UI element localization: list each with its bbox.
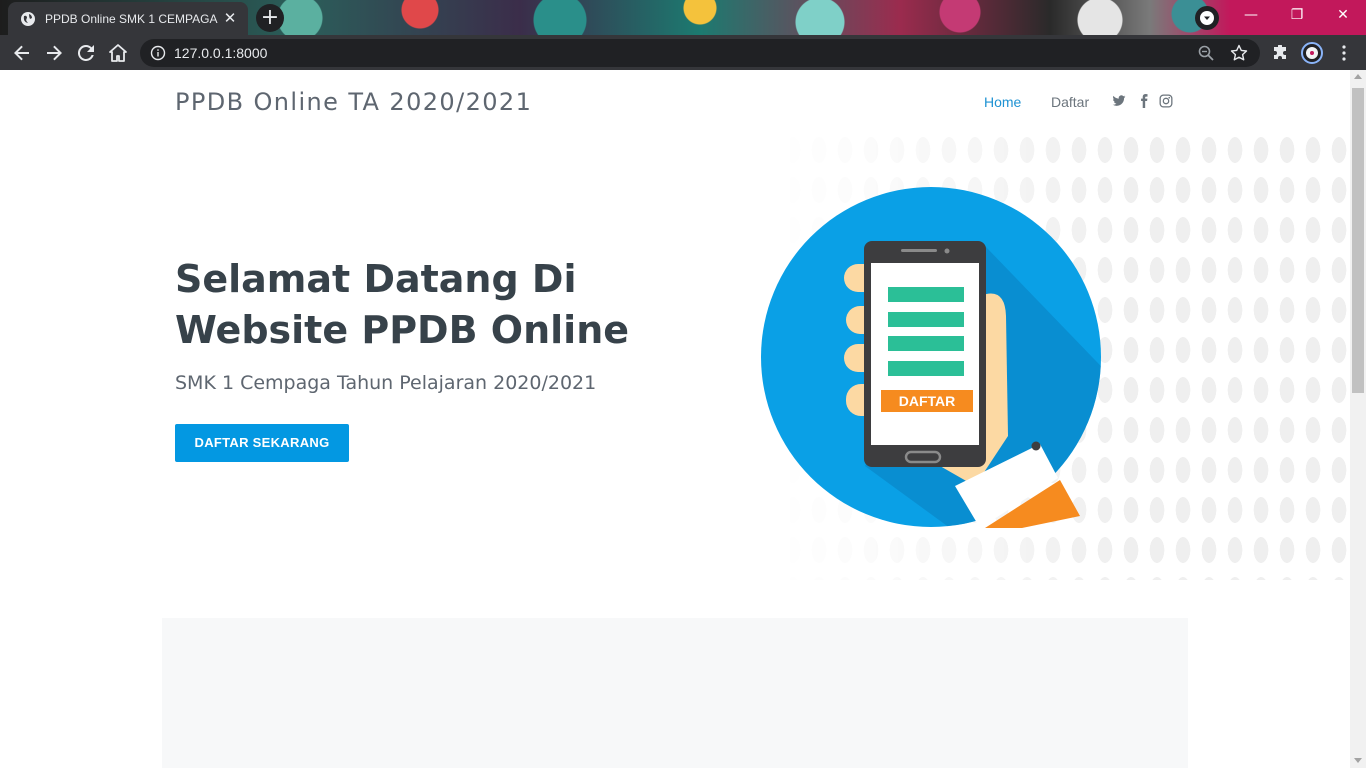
profile-button[interactable] [1300,41,1324,65]
window-maximize-button[interactable]: ❐ [1274,0,1320,32]
nav-home-link[interactable]: Home [984,94,1021,110]
facebook-icon[interactable] [1137,94,1151,108]
arrow-left-icon [14,45,29,61]
nav-daftar-link[interactable]: Daftar [1051,94,1089,110]
home-icon [109,44,127,62]
avatar [1301,42,1323,64]
home-button[interactable] [106,41,130,65]
globe-icon [21,11,35,26]
back-button[interactable] [10,41,34,65]
browser-tab[interactable]: PPDB Online SMK 1 CEMPAGA ✕ [8,2,248,35]
hero-title: Selamat Datang Di Website PPDB Online [175,257,630,352]
tab-close-icon[interactable]: ✕ [222,10,238,27]
browser-toolbar: 127.0.0.1:8000 [0,35,1366,70]
tab-title: PPDB Online SMK 1 CEMPAGA [45,11,218,26]
arrow-right-icon [47,45,62,61]
tab-search-button[interactable] [1195,6,1219,30]
extensions-button[interactable] [1268,41,1292,65]
hero-subtitle: SMK 1 Cempaga Tahun Pelajaran 2020/2021 [175,372,597,394]
browser-titlebar: PPDB Online SMK 1 CEMPAGA ✕ + — ❐ ✕ [0,0,1366,35]
more-vertical-icon [1342,45,1346,61]
star-icon[interactable] [1230,44,1248,62]
reload-icon [78,45,94,61]
daftar-sekarang-button[interactable]: DAFTAR SEKARANG [175,424,349,462]
url-text[interactable]: 127.0.0.1:8000 [174,45,267,61]
address-bar[interactable]: 127.0.0.1:8000 [140,39,1260,67]
puzzle-icon [1274,45,1286,59]
browser-menu-button[interactable] [1332,41,1356,65]
scroll-down-icon[interactable] [1354,758,1362,763]
new-tab-button[interactable]: + [256,4,284,32]
page-viewport: PPDB Online TA 2020/2021 Home Daftar Sel… [0,70,1350,768]
forward-button[interactable] [42,41,66,65]
illustration-daftar-label: DAFTAR [899,393,956,409]
window-close-button[interactable]: ✕ [1320,0,1366,32]
reload-button[interactable] [74,41,98,65]
instagram-icon[interactable] [1159,94,1173,108]
info-icon[interactable] [150,45,166,61]
site-brand[interactable]: PPDB Online TA 2020/2021 [175,88,532,116]
content-section [162,618,1188,768]
chevron-down-icon [1200,11,1214,25]
scroll-up-icon[interactable] [1354,74,1362,79]
window-minimize-button[interactable]: — [1228,0,1274,32]
phone-registration-illustration: DAFTAR [761,187,1101,528]
zoom-icon[interactable] [1198,45,1214,61]
scrollbar-thumb[interactable] [1352,88,1364,393]
twitter-icon[interactable] [1112,94,1126,108]
